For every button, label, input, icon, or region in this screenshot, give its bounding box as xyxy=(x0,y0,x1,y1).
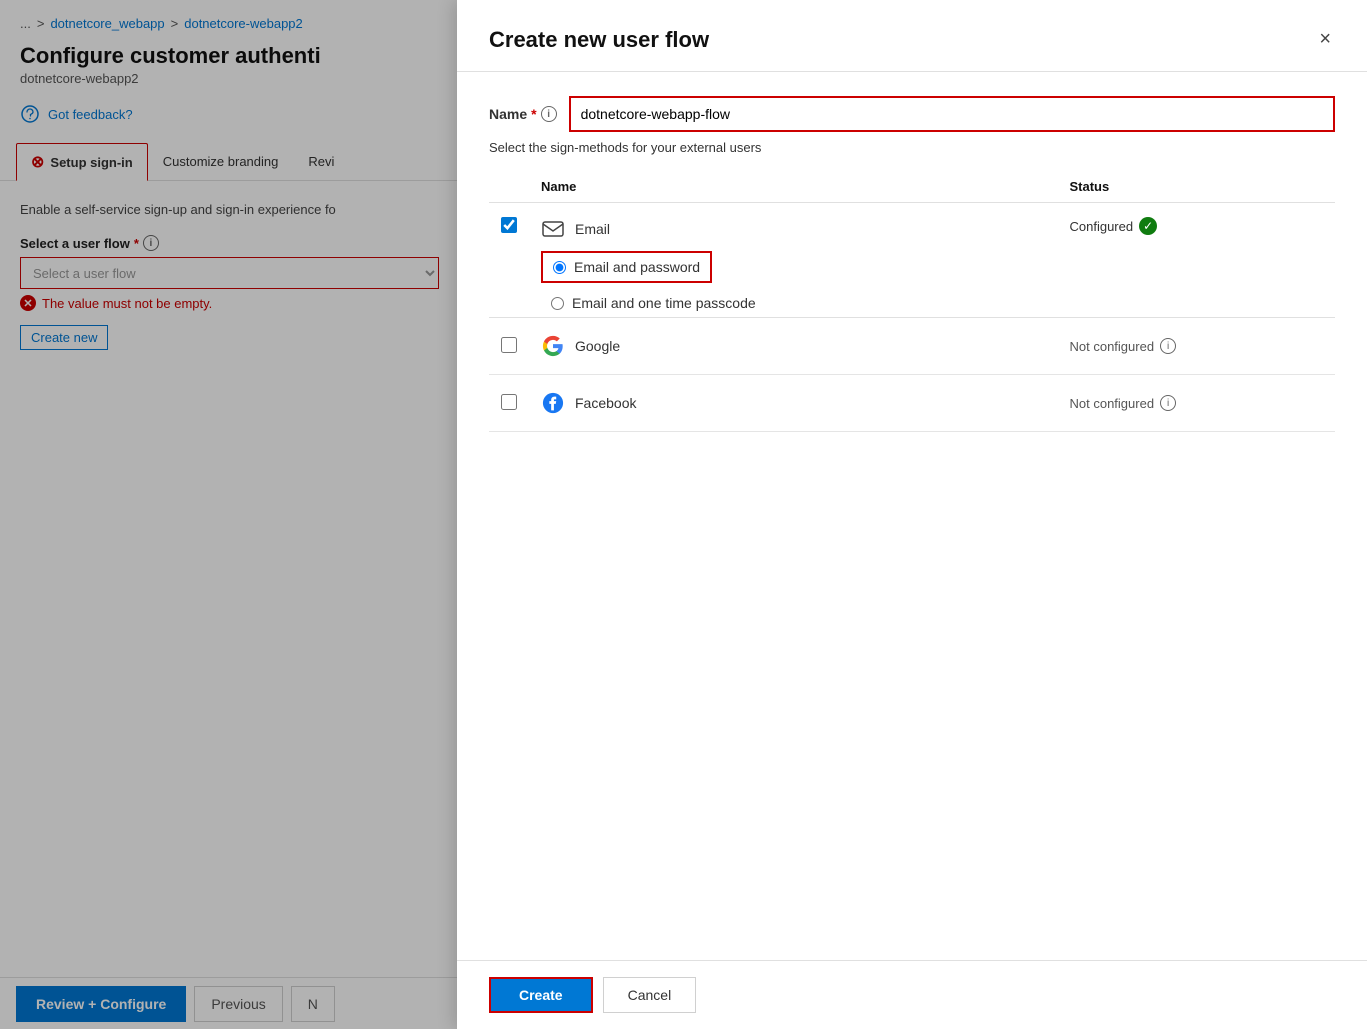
facebook-name-cell: Facebook xyxy=(541,391,1046,415)
email-password-label: Email and password xyxy=(574,259,700,275)
google-status: Not configured i xyxy=(1070,338,1324,354)
name-input[interactable] xyxy=(569,96,1335,132)
email-checkbox-wrapper xyxy=(501,217,517,233)
modal-panel: Create new user flow × Name * i Select t… xyxy=(457,0,1367,1029)
modal-body: Name * i Select the sign-methods for you… xyxy=(457,72,1367,960)
facebook-status: Not configured i xyxy=(1070,395,1324,411)
email-password-radio[interactable] xyxy=(553,261,566,274)
modal-title: Create new user flow xyxy=(489,27,709,53)
col-name: Name xyxy=(529,171,1058,203)
facebook-checkbox[interactable] xyxy=(501,394,517,410)
email-status-label: Configured xyxy=(1070,219,1134,234)
google-name: Google xyxy=(575,338,620,354)
facebook-status-label: Not configured xyxy=(1070,396,1155,411)
email-section-row: Email Email and password Email and one t… xyxy=(489,203,1335,318)
modal-close-button[interactable]: × xyxy=(1315,24,1335,55)
facebook-provider-row: Facebook Not configured i xyxy=(489,375,1335,432)
methods-table: Name Status xyxy=(489,171,1335,432)
name-info-icon[interactable]: i xyxy=(541,106,557,122)
google-name-cell: Google xyxy=(541,334,1046,358)
email-icon xyxy=(541,217,565,241)
google-provider-row: Google Not configured i xyxy=(489,318,1335,375)
facebook-status-info-icon[interactable]: i xyxy=(1160,395,1176,411)
cancel-button[interactable]: Cancel xyxy=(603,977,697,1013)
name-required: * xyxy=(531,106,536,122)
email-otp-label: Email and one time passcode xyxy=(572,295,756,311)
email-otp-option[interactable]: Email and one time passcode xyxy=(541,289,1046,317)
google-checkbox[interactable] xyxy=(501,337,517,353)
facebook-name: Facebook xyxy=(575,395,636,411)
email-password-option[interactable]: Email and password xyxy=(541,251,712,283)
name-label: Name * i xyxy=(489,106,557,122)
name-field-row: Name * i xyxy=(489,96,1335,132)
modal-footer: Create Cancel xyxy=(457,960,1367,1029)
email-status-dot: ✓ xyxy=(1139,217,1157,235)
email-otp-radio[interactable] xyxy=(551,297,564,310)
google-icon xyxy=(541,334,565,358)
facebook-icon xyxy=(541,391,565,415)
modal-header: Create new user flow × xyxy=(457,0,1367,72)
col-status: Status xyxy=(1058,171,1336,203)
signin-methods-label: Select the sign-methods for your externa… xyxy=(489,140,1335,155)
create-button[interactable]: Create xyxy=(489,977,593,1013)
col-checkbox xyxy=(489,171,529,203)
email-status: Configured ✓ xyxy=(1070,217,1324,235)
google-status-info-icon[interactable]: i xyxy=(1160,338,1176,354)
email-name-cell: Email xyxy=(541,217,1046,241)
email-checkbox[interactable] xyxy=(501,217,517,233)
google-status-label: Not configured xyxy=(1070,339,1155,354)
email-name: Email xyxy=(575,221,610,237)
